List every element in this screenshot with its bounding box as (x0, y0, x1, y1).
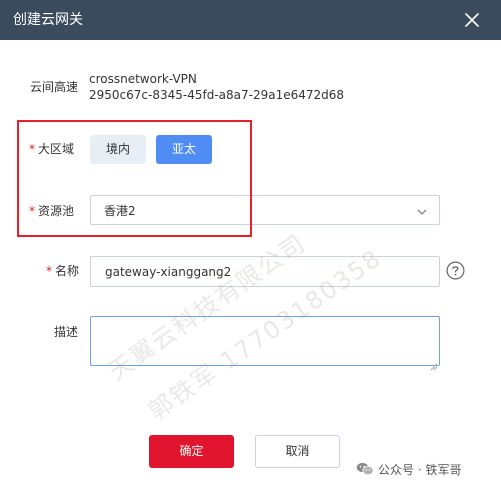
credit: 公众号 · 铁军哥 (356, 459, 461, 481)
name-label: * 名称 (46, 263, 79, 279)
close-icon[interactable] (460, 8, 484, 32)
required-mark: * (46, 264, 52, 278)
name-label-text: 名称 (55, 264, 80, 278)
dialog-titlebar: 创建云网关 (0, 0, 501, 40)
confirm-button[interactable]: 确定 (149, 435, 234, 468)
cancel-button[interactable]: 取消 (255, 435, 340, 468)
cloud-link-id: 2950c67c-8345-45fd-a8a7-29a1e6472d68 (89, 88, 345, 102)
chevron-down-icon[interactable] (415, 204, 429, 218)
cloud-link-label: 云间高速 (30, 80, 79, 94)
wechat-icon (356, 461, 374, 476)
resize-grip-icon[interactable] (430, 356, 438, 371)
credit-text: 公众号 · 铁军哥 (378, 463, 462, 477)
dialog-title: 创建云网关 (13, 12, 83, 28)
question-circle-icon[interactable] (446, 261, 465, 280)
description-label: 描述 (54, 325, 79, 339)
highlight-box (17, 120, 252, 237)
cloud-link-name: crossnetwork-VPN (89, 72, 197, 86)
